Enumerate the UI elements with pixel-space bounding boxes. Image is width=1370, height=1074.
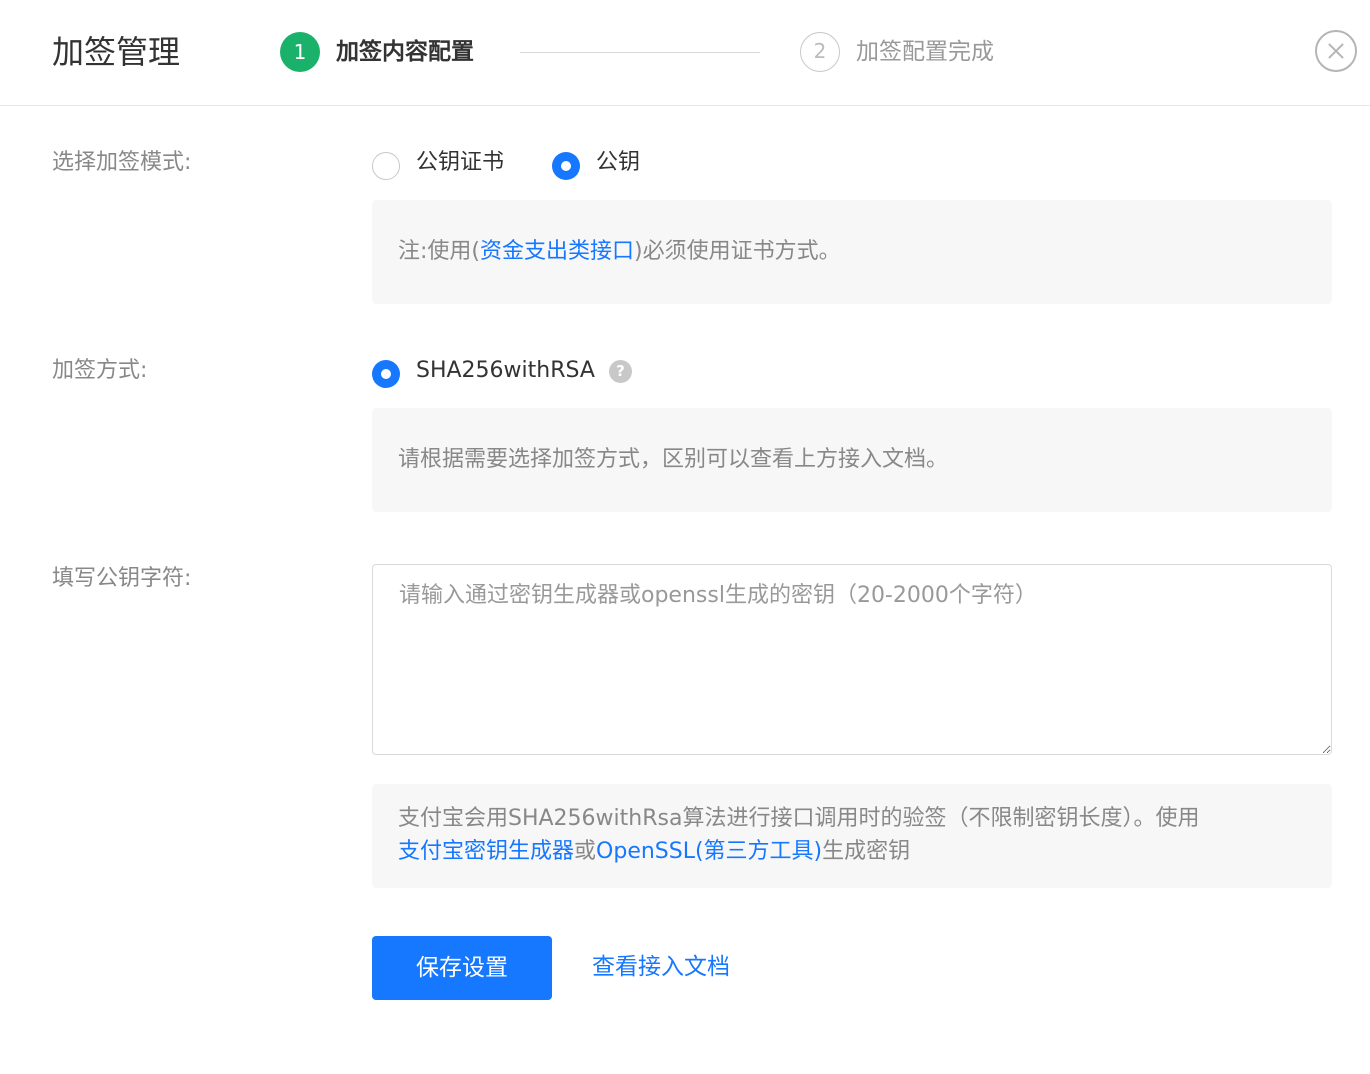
note-suffix: )必须使用证书方式。 (634, 239, 841, 264)
sign-mode-note: 注:使用(资金支出类接口)必须使用证书方式。 (372, 200, 1332, 304)
public-key-input[interactable] (372, 564, 1332, 755)
modal-header: 加签管理 1 加签内容配置 2 加签配置完成 (0, 0, 1370, 106)
public-key-label: 填写公钥字符: (52, 566, 192, 591)
radio-sha256withrsa-label[interactable]: SHA256withRSA (416, 356, 595, 386)
note-text-1: 支付宝会用SHA256withRsa算法进行接口调用时的验签（不限制密钥长度）。… (398, 806, 1200, 831)
sign-method-note: 请根据需要选择加签方式，区别可以查看上方接入文档。 (372, 408, 1332, 512)
step-1-label: 加签内容配置 (336, 39, 474, 65)
step-2-label: 加签配置完成 (856, 39, 994, 65)
save-settings-button[interactable]: 保存设置 (372, 936, 552, 1000)
step-2-indicator: 2 (800, 32, 840, 72)
radio-public-key-cert[interactable] (372, 152, 400, 180)
close-icon[interactable] (1315, 30, 1357, 72)
sign-mode-label: 选择加签模式: (52, 150, 192, 175)
view-docs-link[interactable]: 查看接入文档 (592, 952, 730, 982)
public-key-note: 支付宝会用SHA256withRsa算法进行接口调用时的验签（不限制密钥长度）。… (372, 784, 1332, 888)
radio-public-key-cert-label[interactable]: 公钥证书 (416, 148, 504, 178)
note-text-3: 生成密钥 (822, 839, 911, 864)
question-circle-icon[interactable]: ? (609, 360, 632, 383)
alipay-key-generator-link[interactable]: 支付宝密钥生成器 (398, 839, 574, 864)
radio-public-key[interactable] (552, 152, 580, 180)
modal-title: 加签管理 (52, 33, 181, 71)
radio-sha256withrsa[interactable] (372, 360, 400, 388)
openssl-link[interactable]: OpenSSL(第三方工具) (596, 839, 822, 864)
sign-method-label: 加签方式: (52, 358, 148, 383)
step-1-indicator: 1 (280, 32, 320, 72)
radio-public-key-label[interactable]: 公钥 (596, 148, 640, 178)
step-connector (520, 52, 760, 53)
note-prefix: 注:使用( (398, 239, 480, 264)
note-text-2: 或 (574, 839, 597, 864)
fund-payout-api-link[interactable]: 资金支出类接口 (480, 239, 634, 264)
